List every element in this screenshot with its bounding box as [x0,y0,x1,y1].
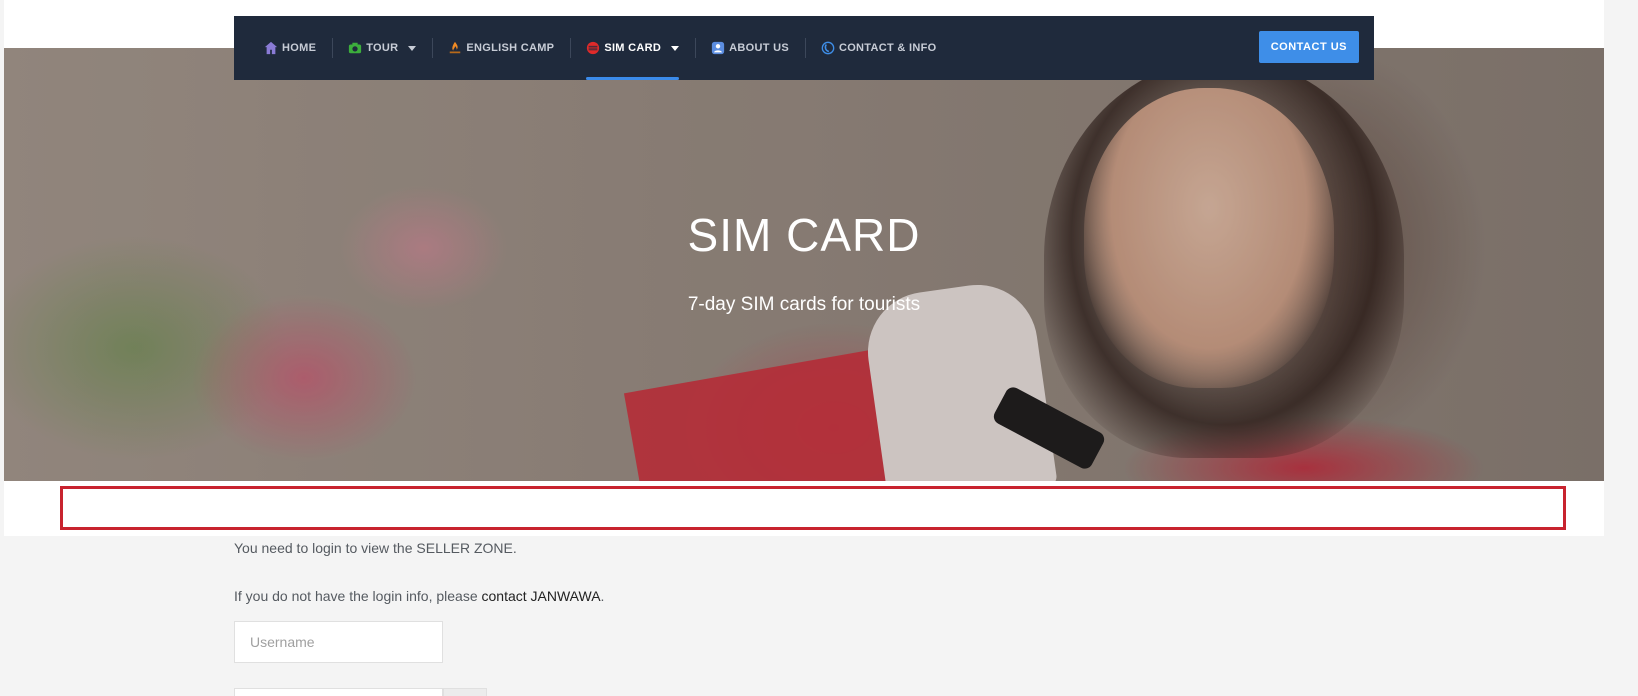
nav-item-label: ENGLISH CAMP [466,42,555,54]
hero-image-phone [991,384,1107,472]
page-title: SIM CARD [687,209,921,261]
camera-icon [349,42,362,54]
phone-icon [821,41,835,55]
login-notice: You need to login to view the SELLER ZON… [234,540,517,556]
page-subtitle: 7-day SIM cards for tourists [687,294,921,315]
main-navigation: HOME TOUR ENGLISH CAMP SIM CARD ABOUT US [234,16,1374,80]
chevron-down-icon[interactable] [408,45,417,51]
username-input[interactable] [234,621,443,663]
hero-image-sim-pack [623,344,925,481]
password-input[interactable] [234,688,443,696]
login-help-text: If you do not have the login info, pleas… [234,588,604,604]
nav-item-contact-info[interactable]: CONTACT & INFO [804,16,953,80]
hero-banner: SIM CARD 7-day SIM cards for tourists [4,48,1604,481]
contact-janwawa-link[interactable]: contact JANWAWA [482,588,601,604]
login-help-prefix: If you do not have the login info, pleas… [234,588,482,604]
nav-item-english-camp[interactable]: ENGLISH CAMP [432,16,570,80]
nav-item-home[interactable]: HOME [264,16,332,80]
login-button[interactable] [443,688,487,696]
nav-item-tour[interactable]: TOUR [332,16,432,80]
nav-item-label: TOUR [366,42,399,54]
home-icon [264,41,278,55]
page-edge [1604,0,1638,536]
nav-item-label: ABOUT US [729,42,789,54]
login-help-suffix: . [600,588,605,604]
nav-item-label: CONTACT & INFO [838,42,937,54]
chevron-down-icon[interactable] [671,45,680,51]
nav-item-label: SIM CARD [604,42,662,54]
nav-item-about-us[interactable]: ABOUT US [695,16,805,80]
contact-us-button[interactable]: CONTACT US [1258,31,1359,63]
user-icon [711,41,725,55]
nav-item-sim-card[interactable]: SIM CARD [570,16,695,80]
nav-item-label: HOME [282,42,317,54]
campfire-icon [450,41,461,54]
sim-card-icon [587,41,600,55]
highlight-box [60,486,1566,530]
